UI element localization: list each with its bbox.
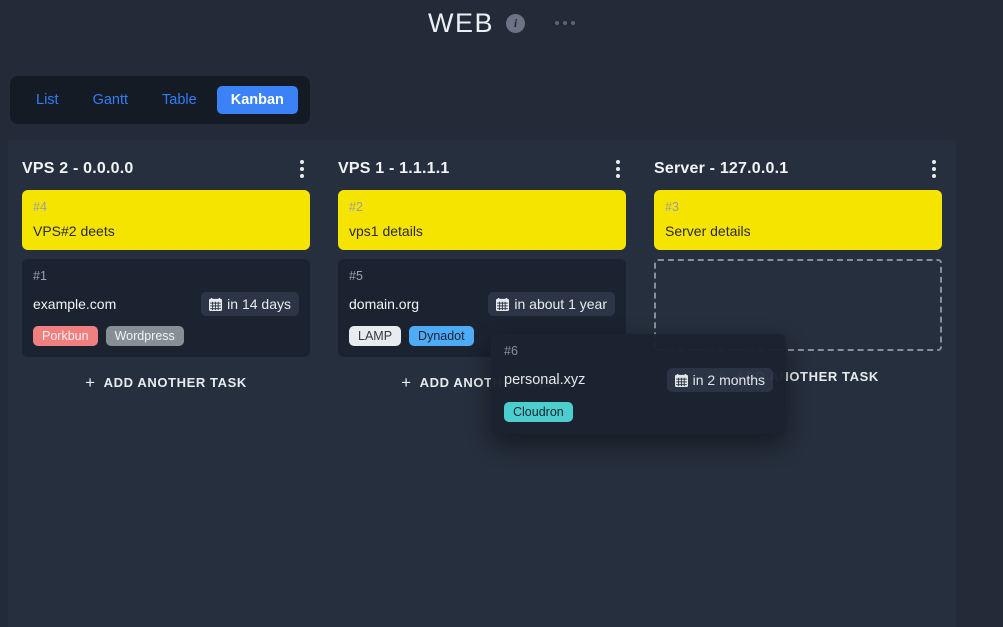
task-tag[interactable]: Cloudron [504,402,573,422]
more-vertical-icon[interactable] [610,156,626,182]
column-header: VPS 2 - 0.0.0.0 [22,140,310,190]
add-another-task-button[interactable]: + ADD ANOTHER TASK [22,366,310,399]
more-vertical-icon[interactable] [926,156,942,182]
task-tag[interactable]: LAMP [349,326,402,346]
column-header: VPS 1 - 1.1.1.1 [338,140,626,190]
task-id: #2 [349,200,363,214]
task-title: vps1 details [349,223,423,239]
task-tag[interactable]: Porkbun [33,326,98,346]
task-tags: Porkbun Wordpress [33,326,299,346]
column-title: VPS 1 - 1.1.1.1 [338,160,450,177]
calendar-icon [496,297,510,311]
due-date-badge[interactable]: in 2 months [666,368,773,392]
kanban-column-vps2: VPS 2 - 0.0.0.0 #4 VPS#2 deets #1 exampl… [8,140,324,627]
ellipsis-horizontal-icon[interactable] [555,21,575,25]
plus-icon: + [401,373,412,392]
column-header: Server - 127.0.0.1 [654,140,942,190]
tab-gantt[interactable]: Gantt [79,86,142,114]
column-title: VPS 2 - 0.0.0.0 [22,160,134,177]
due-date-text: in about 1 year [514,296,607,312]
task-title: domain.org [349,296,420,312]
task-id: #6 [504,344,518,358]
task-title: VPS#2 deets [33,223,115,239]
task-tags: Cloudron [504,402,773,422]
column-title: Server - 127.0.0.1 [654,160,789,177]
page-title: WEB [427,7,494,38]
more-vertical-icon[interactable] [294,156,310,182]
tab-kanban[interactable]: Kanban [216,86,298,114]
due-date-badge[interactable]: in about 1 year [488,292,615,316]
task-card[interactable]: #4 VPS#2 deets [22,190,310,250]
due-date-text: in 2 months [692,372,765,388]
calendar-icon [209,297,223,311]
due-date-badge[interactable]: in 14 days [201,292,299,316]
task-card[interactable]: #3 Server details [654,190,942,250]
calendar-icon [674,373,688,387]
task-tag[interactable]: Wordpress [105,326,184,346]
view-tabs: List Gantt Table Kanban [10,76,310,124]
add-task-label: ADD ANOTHER TASK [103,375,247,390]
task-card[interactable]: #1 example.com in 14 days Porkbun Wordpr… [22,259,310,357]
task-id: #1 [33,269,47,283]
due-date-text: in 14 days [227,296,291,312]
task-id: #3 [665,200,679,214]
info-circle-icon[interactable]: i [506,13,525,33]
kanban-app: WEB i List Gantt Table Kanban VPS 2 - 0.… [0,0,1003,627]
task-title: example.com [33,296,117,312]
task-id: #5 [349,269,363,283]
task-card[interactable]: #2 vps1 details [338,190,626,250]
task-tag[interactable]: Dynadot [409,326,474,346]
dragging-task-card[interactable]: #6 personal.xyz in 2 months Cloudron [491,334,786,434]
page-header: WEB i [0,0,1003,46]
task-id: #4 [33,200,47,214]
task-title: personal.xyz [504,372,586,388]
task-title: Server details [665,223,751,239]
tab-list[interactable]: List [22,86,73,114]
plus-icon: + [85,373,96,392]
tab-table[interactable]: Table [148,86,211,114]
